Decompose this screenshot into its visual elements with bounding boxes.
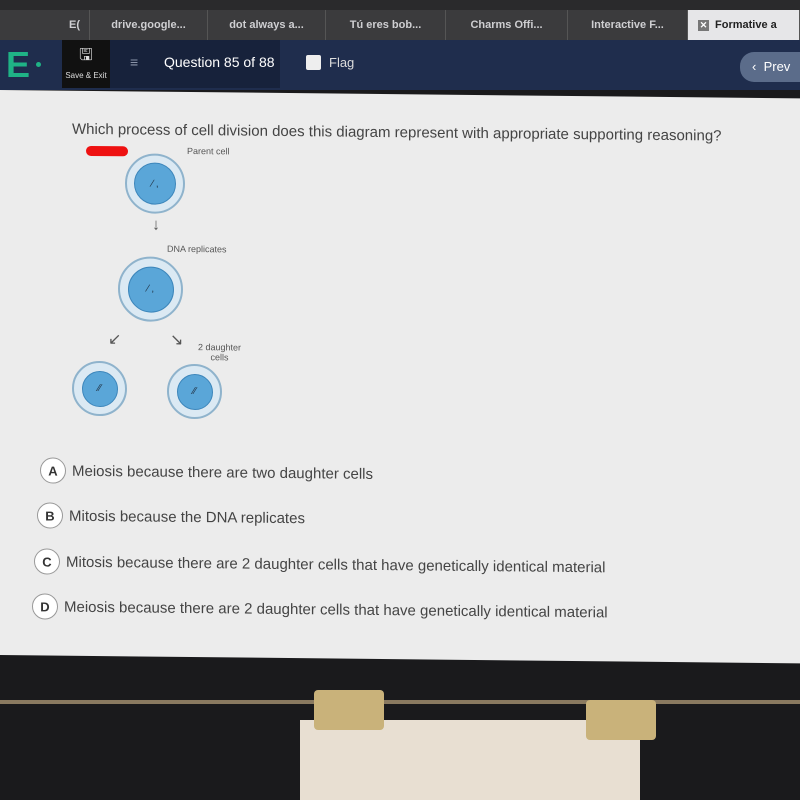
choice-a[interactable]: A Meiosis because there are two daughter … [40, 457, 373, 486]
red-mark [86, 145, 128, 157]
choice-text: Meiosis because there are 2 daughter cel… [64, 598, 608, 621]
prev-label: Prev [763, 59, 791, 74]
choice-letter: A [40, 457, 66, 484]
hinge-right [586, 700, 656, 740]
question-counter[interactable]: Question 85 of 88 [164, 54, 275, 70]
choice-text: Mitosis because there are 2 daughter cel… [66, 553, 606, 576]
parent-cell-label: Parent cell [187, 145, 230, 157]
save-exit-button[interactable]: 🖫 Save & Exit [62, 40, 110, 88]
tab-label: Charms Offi... [470, 19, 543, 31]
app-header: E 🖫 Save & Exit ≡ Question 85 of 88 Flag… [0, 40, 800, 90]
flag-label: Flag [329, 55, 355, 70]
nucleus: ⁄⁄ [81, 370, 118, 407]
choice-letter: B [37, 502, 63, 529]
daughter-cells-label: 2 daughter cells [198, 342, 241, 362]
flag-checkbox[interactable] [306, 55, 321, 70]
tab-label: drive.google... [111, 19, 186, 31]
arrow-right: ↘ [170, 331, 184, 349]
choice-letter: D [32, 593, 58, 620]
menu-icon[interactable]: ≡ [130, 54, 138, 70]
choice-d[interactable]: D Meiosis because there are 2 daughter ce… [32, 593, 608, 625]
question-text: Which process of cell division does this… [72, 120, 722, 145]
nucleus: ⁄ ‚ [127, 265, 174, 313]
choice-b[interactable]: B Mitosis because the DNA replicates [37, 502, 305, 531]
save-label: Save & Exit [65, 71, 107, 80]
question-nav: ≡ Question 85 of 88 [110, 40, 280, 88]
parent-cell: ⁄ ‚ [125, 153, 185, 214]
choice-c[interactable]: C Mitosis because there are 2 daughter ce… [34, 548, 605, 580]
choice-text: Meiosis because there are two daughter c… [72, 462, 373, 483]
label-line: 2 daughter [198, 342, 242, 353]
nucleus: ⁄ ‚ [134, 162, 176, 205]
tab-label: E( [69, 19, 80, 31]
flag-toggle[interactable]: Flag [306, 55, 354, 70]
tab-1[interactable]: E( [0, 10, 90, 40]
choice-text: Mitosis because the DNA replicates [69, 507, 305, 527]
save-icon: 🖫 [79, 47, 93, 64]
arrow-down: ↓ [152, 216, 160, 234]
tab-label: dot always a... [229, 19, 304, 31]
tab-5[interactable]: Charms Offi... [446, 10, 568, 40]
browser-tabs: E( drive.google... dot always a... Tú er… [0, 10, 800, 40]
previous-button[interactable]: ‹ Prev [740, 52, 800, 82]
tab-2[interactable]: drive.google... [90, 10, 208, 40]
tab-active[interactable]: ✕ Formative a [688, 10, 800, 40]
dna-replicates-label: DNA replicates [167, 243, 227, 255]
logo: E [6, 44, 31, 85]
tab-label: Interactive F... [591, 19, 664, 31]
tab-6[interactable]: Interactive F... [568, 10, 688, 40]
tab-label: Formative a [715, 19, 777, 31]
laptop-edge [0, 700, 800, 704]
tab-label: Tú eres bob... [349, 19, 422, 31]
close-icon[interactable]: ✕ [698, 19, 709, 31]
hinge-left [314, 690, 384, 730]
replicated-cell: ⁄ ‚ [118, 256, 183, 322]
tab-4[interactable]: Tú eres bob... [326, 10, 446, 40]
nucleus: ⁄⁄ [176, 373, 213, 410]
daughter-cell-1: ⁄⁄ [72, 360, 127, 417]
label-line: cells [210, 352, 229, 363]
daughter-cell-2: ⁄⁄ [167, 363, 222, 420]
question-panel: Which process of cell division does this… [0, 90, 800, 664]
logo-dot [36, 62, 41, 67]
choice-letter: C [34, 548, 60, 575]
tab-3[interactable]: dot always a... [208, 10, 326, 40]
arrow-left: ↙ [108, 331, 122, 349]
